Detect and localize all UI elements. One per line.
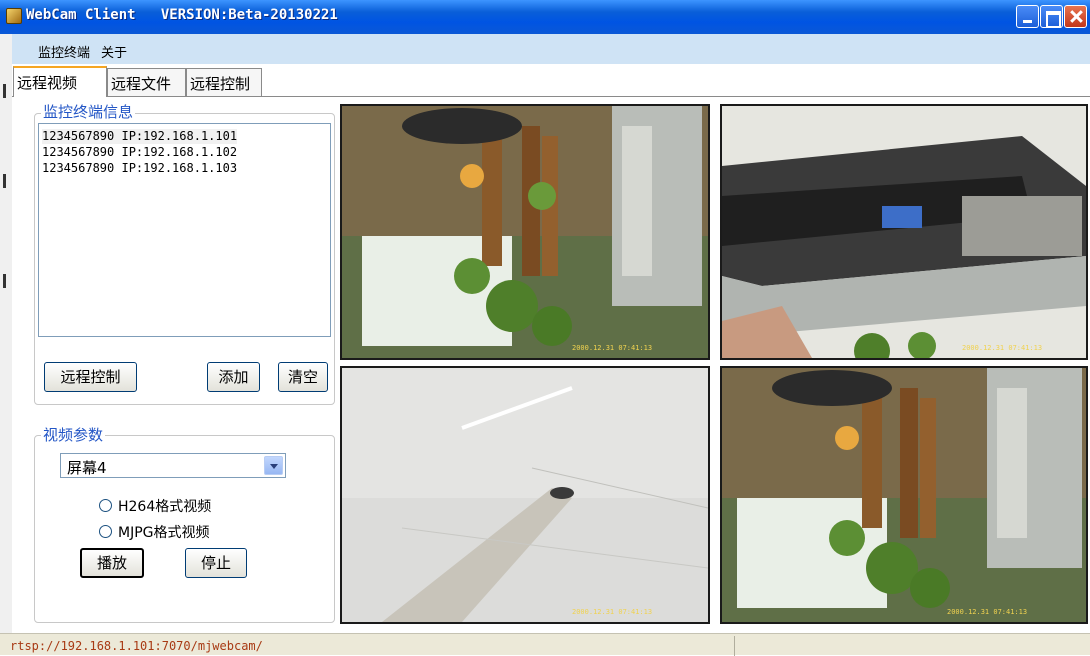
list-item[interactable]: 1234567890 IP:192.168.1.102 (42, 145, 237, 160)
add-button[interactable]: 添加 (207, 362, 260, 392)
stop-button[interactable]: 停止 (185, 548, 247, 578)
chevron-down-icon[interactable] (264, 456, 283, 475)
timestamp-overlay: 2000.12.31 07:41:13 (572, 344, 653, 352)
video-pane-1[interactable]: 2000.12.31 07:41:13 (340, 104, 710, 360)
terminal-list[interactable]: 1234567890 IP:192.168.1.101 1234567890 I… (38, 123, 331, 337)
menu-monitor-terminal[interactable]: 监控终端 (38, 42, 90, 61)
app-icon (6, 8, 22, 24)
screen-select[interactable]: 屏幕4 (60, 453, 286, 478)
h264-radio[interactable] (99, 499, 112, 512)
minimize-button[interactable] (1016, 5, 1039, 28)
screen-select-value: 屏幕4 (67, 459, 107, 477)
menu-bar: 监控终端 关于 (12, 34, 1090, 64)
timestamp-overlay: 2000.12.31 07:41:13 (947, 608, 1028, 616)
tab-remote-files[interactable]: 远程文件 (107, 68, 186, 96)
menu-about[interactable]: 关于 (101, 42, 127, 61)
window-title: WebCam Client VERSION:Beta-20130221 (26, 7, 338, 23)
title-bar[interactable]: WebCam Client VERSION:Beta-20130221 (0, 0, 1090, 34)
video-pane-2[interactable]: 2000.12.31 07:41:13 (720, 104, 1088, 360)
status-bar: rtsp://192.168.1.101:7070/mjwebcam/ (0, 633, 1090, 656)
timestamp-overlay: 2000.12.31 07:41:13 (962, 344, 1043, 352)
video-pane-4[interactable]: 2000.12.31 07:41:13 (720, 366, 1088, 624)
maximize-button[interactable] (1040, 5, 1063, 28)
camera-frame-image (722, 106, 1086, 358)
h264-radio-label[interactable]: H264格式视频 (118, 496, 211, 516)
remote-control-button[interactable]: 远程控制 (44, 362, 137, 392)
edge-mark (3, 274, 6, 288)
timestamp-overlay: 2000.12.31 07:41:13 (572, 608, 653, 616)
camera-frame-image (342, 106, 708, 358)
video-params-legend: 视频参数 (41, 424, 106, 445)
camera-frame-image (342, 368, 708, 622)
terminal-info-legend: 监控终端信息 (41, 101, 136, 122)
play-button[interactable]: 播放 (80, 548, 144, 578)
tab-remote-video[interactable]: 远程视频 (13, 66, 107, 97)
status-divider (734, 636, 735, 656)
mjpg-radio-label[interactable]: MJPG格式视频 (118, 522, 210, 542)
video-pane-3[interactable]: 2000.12.31 07:41:13 (340, 366, 710, 624)
clear-button[interactable]: 清空 (278, 362, 328, 392)
status-url: rtsp://192.168.1.101:7070/mjwebcam/ (10, 639, 263, 653)
close-button[interactable] (1064, 5, 1087, 28)
list-item[interactable]: 1234567890 IP:192.168.1.101 (42, 129, 238, 144)
list-item[interactable]: 1234567890 IP:192.168.1.103 (42, 161, 237, 176)
left-edge-strip (0, 34, 12, 655)
camera-frame-image (722, 368, 1086, 622)
tab-remote-control[interactable]: 远程控制 (186, 68, 262, 96)
mjpg-radio[interactable] (99, 525, 112, 538)
edge-mark (3, 174, 6, 188)
edge-mark (3, 84, 6, 98)
